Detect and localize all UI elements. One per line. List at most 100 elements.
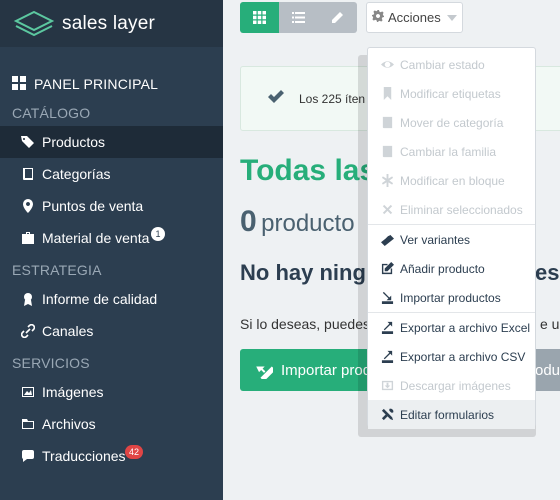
menu-item-modificar-en-bloque[interactable]: Modificar en bloque	[368, 166, 535, 195]
notification-badge: 1	[151, 227, 165, 241]
sidebar: sales layer PANEL PRINCIPAL CATÁLOGO Pro…	[0, 0, 223, 500]
menu-item-label: Exportar a archivo CSV	[400, 349, 526, 364]
menu-item-label: Eliminar seleccionados	[400, 202, 523, 217]
acciones-label: Acciones	[388, 10, 441, 25]
menu-item-label: Descargar imágenes	[400, 378, 511, 393]
menu-item-descargar-imagenes[interactable]: Descargar imágenes	[368, 371, 535, 400]
empty-hint-suffix: e u	[540, 316, 560, 332]
sidebar-item-puntos-de-venta[interactable]: Puntos de venta	[0, 190, 223, 222]
sidebar-item-traducciones[interactable]: Traducciones 42	[0, 440, 223, 472]
sidebar-item-categorias[interactable]: Categorías	[0, 158, 223, 190]
sidebar-item-material-de-venta[interactable]: Material de venta 1	[0, 222, 223, 254]
pencil-icon	[332, 12, 343, 23]
menu-item-label: Modificar en bloque	[400, 173, 505, 188]
grid-view-button[interactable]	[240, 2, 279, 33]
brand-logo[interactable]: sales layer	[0, 0, 223, 47]
tags-icon	[20, 134, 36, 150]
sidebar-item-label: Puntos de venta	[42, 198, 144, 214]
empty-hint-text: Si lo deseas, puedes	[240, 316, 370, 332]
list-icon	[292, 12, 305, 23]
briefcase-icon	[20, 230, 36, 246]
section-estrategia: ESTRATEGIA	[12, 262, 102, 278]
sidebar-item-canales[interactable]: Canales	[0, 315, 223, 347]
menu-item-label: Editar formularios	[400, 407, 495, 422]
export-icon	[380, 321, 394, 335]
sidebar-item-label: Categorías	[42, 166, 111, 182]
sidebar-item-label: Productos	[42, 134, 106, 150]
section-servicios: SERVICIOS	[12, 355, 90, 371]
menu-item-label: Cambiar la familia	[400, 144, 497, 159]
sidebar-item-label: Imágenes	[42, 384, 104, 400]
asterisk-icon	[380, 174, 394, 188]
edit-icon	[380, 262, 394, 276]
menu-item-label: Cambiar estado	[400, 57, 485, 72]
map-marker-icon	[20, 198, 36, 214]
folder-icon	[20, 416, 36, 432]
grid-icon	[253, 11, 266, 24]
secondary-button-label: oduc	[535, 361, 560, 379]
import-icon	[380, 291, 394, 305]
empty-title-text: No hay ning	[240, 260, 366, 285]
book-icon	[20, 166, 36, 182]
tools-icon	[380, 408, 394, 422]
empty-title-suffix: es	[535, 260, 560, 285]
notification-badge: 42	[125, 445, 144, 459]
menu-item-importar-productos[interactable]: Importar productos	[368, 283, 535, 312]
menu-item-cambiar-la-familia[interactable]: Cambiar la familia	[368, 137, 535, 166]
acciones-dropdown-menu: Cambiar estado Modificar etiquetas Mover…	[367, 47, 536, 429]
eye-icon	[380, 58, 394, 72]
menu-item-exportar-csv[interactable]: Exportar a archivo CSV	[368, 342, 535, 371]
menu-item-editar-formularios[interactable]: Editar formularios	[368, 400, 535, 429]
logo-icon	[13, 10, 55, 36]
page-title: Todas las	[240, 154, 377, 187]
chat-icon	[20, 448, 36, 464]
section-catalogo: CATÁLOGO	[12, 105, 91, 121]
menu-item-label: Mover de categoría	[400, 115, 504, 130]
export-icon	[380, 350, 394, 364]
product-count-label: producto	[261, 210, 355, 237]
nav-panel-label: PANEL PRINCIPAL	[34, 76, 159, 92]
sidebar-item-label: Informe de calidad	[42, 291, 158, 307]
menu-item-mover-de-categoria[interactable]: Mover de categoría	[368, 108, 535, 137]
download-icon	[380, 379, 394, 393]
ribbon-icon	[20, 291, 36, 307]
sidebar-item-label: Material de venta	[42, 230, 150, 246]
close-icon	[380, 203, 394, 217]
notice-text: Los 225 íten	[299, 91, 366, 106]
product-count: 0 producto	[240, 205, 355, 239]
check-icon	[267, 89, 299, 108]
product-count-number: 0	[240, 205, 257, 238]
list-view-button[interactable]	[279, 2, 318, 33]
secondary-button[interactable]: oduc	[533, 349, 560, 391]
import-icon	[256, 366, 273, 379]
menu-item-cambiar-estado[interactable]: Cambiar estado	[368, 50, 535, 79]
menu-item-label: Modificar etiquetas	[400, 86, 501, 101]
brand-name: sales layer	[62, 12, 156, 34]
acciones-dropdown-button[interactable]: Acciones	[366, 2, 463, 33]
menu-item-exportar-excel[interactable]: Exportar a archivo Excel	[368, 313, 535, 342]
link-icon	[20, 323, 36, 339]
variants-icon	[380, 233, 394, 247]
sidebar-item-archivos[interactable]: Archivos	[0, 408, 223, 440]
edit-view-button[interactable]	[318, 2, 357, 33]
view-toggle-group	[240, 2, 357, 33]
caret-down-icon	[446, 14, 457, 21]
menu-item-label: Exportar a archivo Excel	[400, 320, 531, 335]
nav-panel-principal[interactable]: PANEL PRINCIPAL	[0, 71, 223, 97]
grid-icon	[12, 76, 28, 92]
gear-icon	[372, 10, 388, 25]
bookmark-icon	[380, 87, 394, 101]
sidebar-item-informe-de-calidad[interactable]: Informe de calidad	[0, 283, 223, 315]
menu-item-ver-variantes[interactable]: Ver variantes	[368, 225, 535, 254]
sidebar-item-productos[interactable]: Productos	[0, 126, 223, 158]
image-icon	[20, 384, 36, 400]
empty-hint: Si lo deseas, puedes e u	[240, 316, 559, 332]
menu-item-anadir-producto[interactable]: Añadir producto	[368, 254, 535, 283]
sidebar-item-imagenes[interactable]: Imágenes	[0, 376, 223, 408]
book-icon	[380, 145, 394, 159]
menu-item-modificar-etiquetas[interactable]: Modificar etiquetas	[368, 79, 535, 108]
empty-title: No hay ning es	[240, 260, 559, 286]
book-icon	[380, 116, 394, 130]
menu-item-eliminar-seleccionados[interactable]: Eliminar seleccionados	[368, 195, 535, 224]
menu-item-label: Importar productos	[400, 290, 501, 305]
